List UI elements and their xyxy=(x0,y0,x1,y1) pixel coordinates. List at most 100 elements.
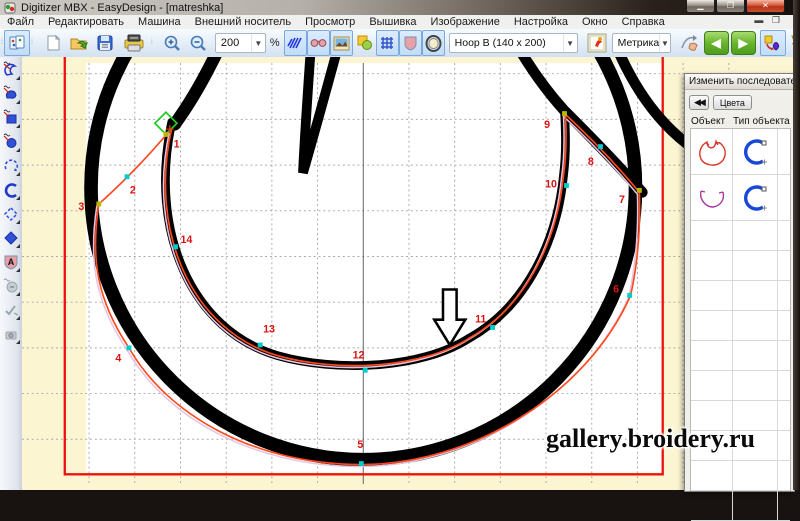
node-label-8: 8 xyxy=(588,156,594,168)
titlebar: Digitizer MBX - EasyDesign - [matreshka]… xyxy=(0,0,793,15)
open-shape-tool[interactable] xyxy=(1,202,21,225)
menu-внешний-носитель[interactable]: Внешний носитель xyxy=(188,15,298,29)
node-label-7: 7 xyxy=(619,194,625,206)
colors-button[interactable]: Цвета xyxy=(713,95,752,110)
menu-настройка[interactable]: Настройка xyxy=(507,15,575,29)
hoop-template-toggle[interactable] xyxy=(422,30,445,56)
zoom-level-combobox[interactable]: 200 ▼ xyxy=(215,33,266,53)
minimize-button[interactable]: ▁ xyxy=(686,0,715,13)
node-label-13: 13 xyxy=(263,323,275,335)
sequence-row-2[interactable] xyxy=(691,175,790,221)
sequence-empty-row xyxy=(691,251,790,281)
rectangle-tool[interactable] xyxy=(1,106,21,129)
zoom-percent-label: % xyxy=(270,37,280,49)
node-marker-6[interactable] xyxy=(627,293,632,298)
menu-редактировать[interactable]: Редактировать xyxy=(41,15,131,29)
design-gallery-button[interactable] xyxy=(4,30,30,56)
column-object: Объект xyxy=(691,116,733,127)
chevron-down-icon[interactable]: ▼ xyxy=(563,34,577,52)
desktop-edge xyxy=(793,0,800,490)
menu-справка[interactable]: Справка xyxy=(615,15,672,29)
close-button[interactable]: ✕ xyxy=(746,0,785,13)
to-start-button[interactable]: ◀◀ xyxy=(689,95,709,110)
previous-object-button[interactable]: ◀ xyxy=(704,31,729,55)
stitch-edit-tool[interactable] xyxy=(1,274,21,297)
new-design-button[interactable] xyxy=(40,30,66,56)
show-stitches-toggle[interactable] xyxy=(284,30,307,56)
open-curve-tool[interactable] xyxy=(1,154,21,177)
svg-text:A: A xyxy=(8,257,15,267)
type-icon-closed-curve xyxy=(739,180,771,216)
object-thumbnail-purple-arc xyxy=(695,181,729,215)
type-icon-closed-curve xyxy=(739,134,771,170)
node-label-3: 3 xyxy=(78,201,84,213)
menu-окно[interactable]: Окно xyxy=(575,15,615,29)
node-label-9: 9 xyxy=(544,119,550,131)
sequence-row-1[interactable] xyxy=(691,129,790,175)
sequence-by-selects-button[interactable] xyxy=(760,30,786,56)
closed-object-tool[interactable] xyxy=(1,82,21,105)
node-label-12: 12 xyxy=(353,350,365,362)
next-object-button[interactable]: ▶ xyxy=(731,31,756,55)
reshape-object-button[interactable] xyxy=(677,30,703,56)
show-hoop-toggle[interactable] xyxy=(399,30,422,56)
units-value: Метрика xyxy=(618,37,660,49)
node-marker-10[interactable] xyxy=(564,183,569,188)
node-marker-2[interactable] xyxy=(125,174,130,179)
measure-tool[interactable] xyxy=(1,322,21,345)
zoom-in-button[interactable] xyxy=(160,30,186,56)
node-marker-11[interactable] xyxy=(490,325,495,330)
sequence-empty-row xyxy=(691,311,790,341)
print-button[interactable] xyxy=(118,30,150,56)
node-marker-14[interactable] xyxy=(173,244,178,249)
true-view-toggle[interactable] xyxy=(307,30,330,56)
sequence-panel-titlebar[interactable]: Изменить последовате... ✕ xyxy=(685,74,794,90)
lettering-tool[interactable]: A xyxy=(1,250,21,273)
node-marker[interactable] xyxy=(163,132,168,137)
open-design-button[interactable] xyxy=(66,30,92,56)
node-marker-9[interactable] xyxy=(562,111,567,116)
object-thumbnail-red-curve xyxy=(695,134,729,170)
zoom-out-button[interactable] xyxy=(186,30,212,56)
checkpoint-tool[interactable] xyxy=(1,298,21,321)
show-vectors-toggle[interactable] xyxy=(353,30,376,56)
node-label-4: 4 xyxy=(115,352,121,364)
zoom-level-value: 200 xyxy=(221,37,239,49)
closed-curve-tool[interactable] xyxy=(1,178,21,201)
mdi-child-controls[interactable]: ▬ ❐ xyxy=(754,15,783,26)
node-marker-8[interactable] xyxy=(598,144,603,149)
sequence-empty-row xyxy=(691,461,790,491)
ellipse-tool[interactable] xyxy=(1,130,21,153)
node-marker-5[interactable] xyxy=(359,461,364,466)
node-marker-4[interactable] xyxy=(127,345,132,350)
menu-просмотр[interactable]: Просмотр xyxy=(298,15,362,29)
show-grid-toggle[interactable] xyxy=(376,30,399,56)
maximize-button[interactable]: ❐ xyxy=(716,0,745,13)
chevron-down-icon[interactable]: ▼ xyxy=(251,34,265,52)
design-properties-button[interactable] xyxy=(584,30,610,56)
node-marker-13[interactable] xyxy=(258,343,263,348)
menu-файл[interactable]: Файл xyxy=(0,15,41,29)
menu-bar: ФайлРедактироватьМашинаВнешний носительП… xyxy=(0,15,793,30)
toolbar-grip: ⁞ xyxy=(31,40,33,46)
sequence-empty-row xyxy=(691,371,790,401)
node-label-10: 10 xyxy=(545,178,557,190)
closed-shape-tool[interactable] xyxy=(1,226,21,249)
menu-вышивка[interactable]: Вышивка xyxy=(362,15,423,29)
hoop-combobox[interactable]: Hoop B (140 x 200) ▼ xyxy=(449,33,578,53)
node-marker-3[interactable] xyxy=(96,202,101,207)
app-window: Digitizer MBX - EasyDesign - [matreshka]… xyxy=(0,0,793,490)
toolbar-grip: ⁞ xyxy=(1,40,3,46)
node-label-14: 14 xyxy=(180,234,192,246)
menu-машина[interactable]: Машина xyxy=(131,15,188,29)
show-image-toggle[interactable] xyxy=(330,30,353,56)
save-design-button[interactable] xyxy=(92,30,118,56)
open-object-tool[interactable] xyxy=(1,58,21,81)
units-combobox[interactable]: Метрика ▼ xyxy=(612,33,671,53)
node-marker-12[interactable] xyxy=(363,368,368,373)
chevron-down-icon[interactable]: ▼ xyxy=(659,34,669,52)
node-marker-7[interactable] xyxy=(637,188,642,193)
menu-изображение[interactable]: Изображение xyxy=(424,15,507,29)
sequence-empty-row xyxy=(691,281,790,311)
digitizing-toolbox: A xyxy=(0,57,23,490)
